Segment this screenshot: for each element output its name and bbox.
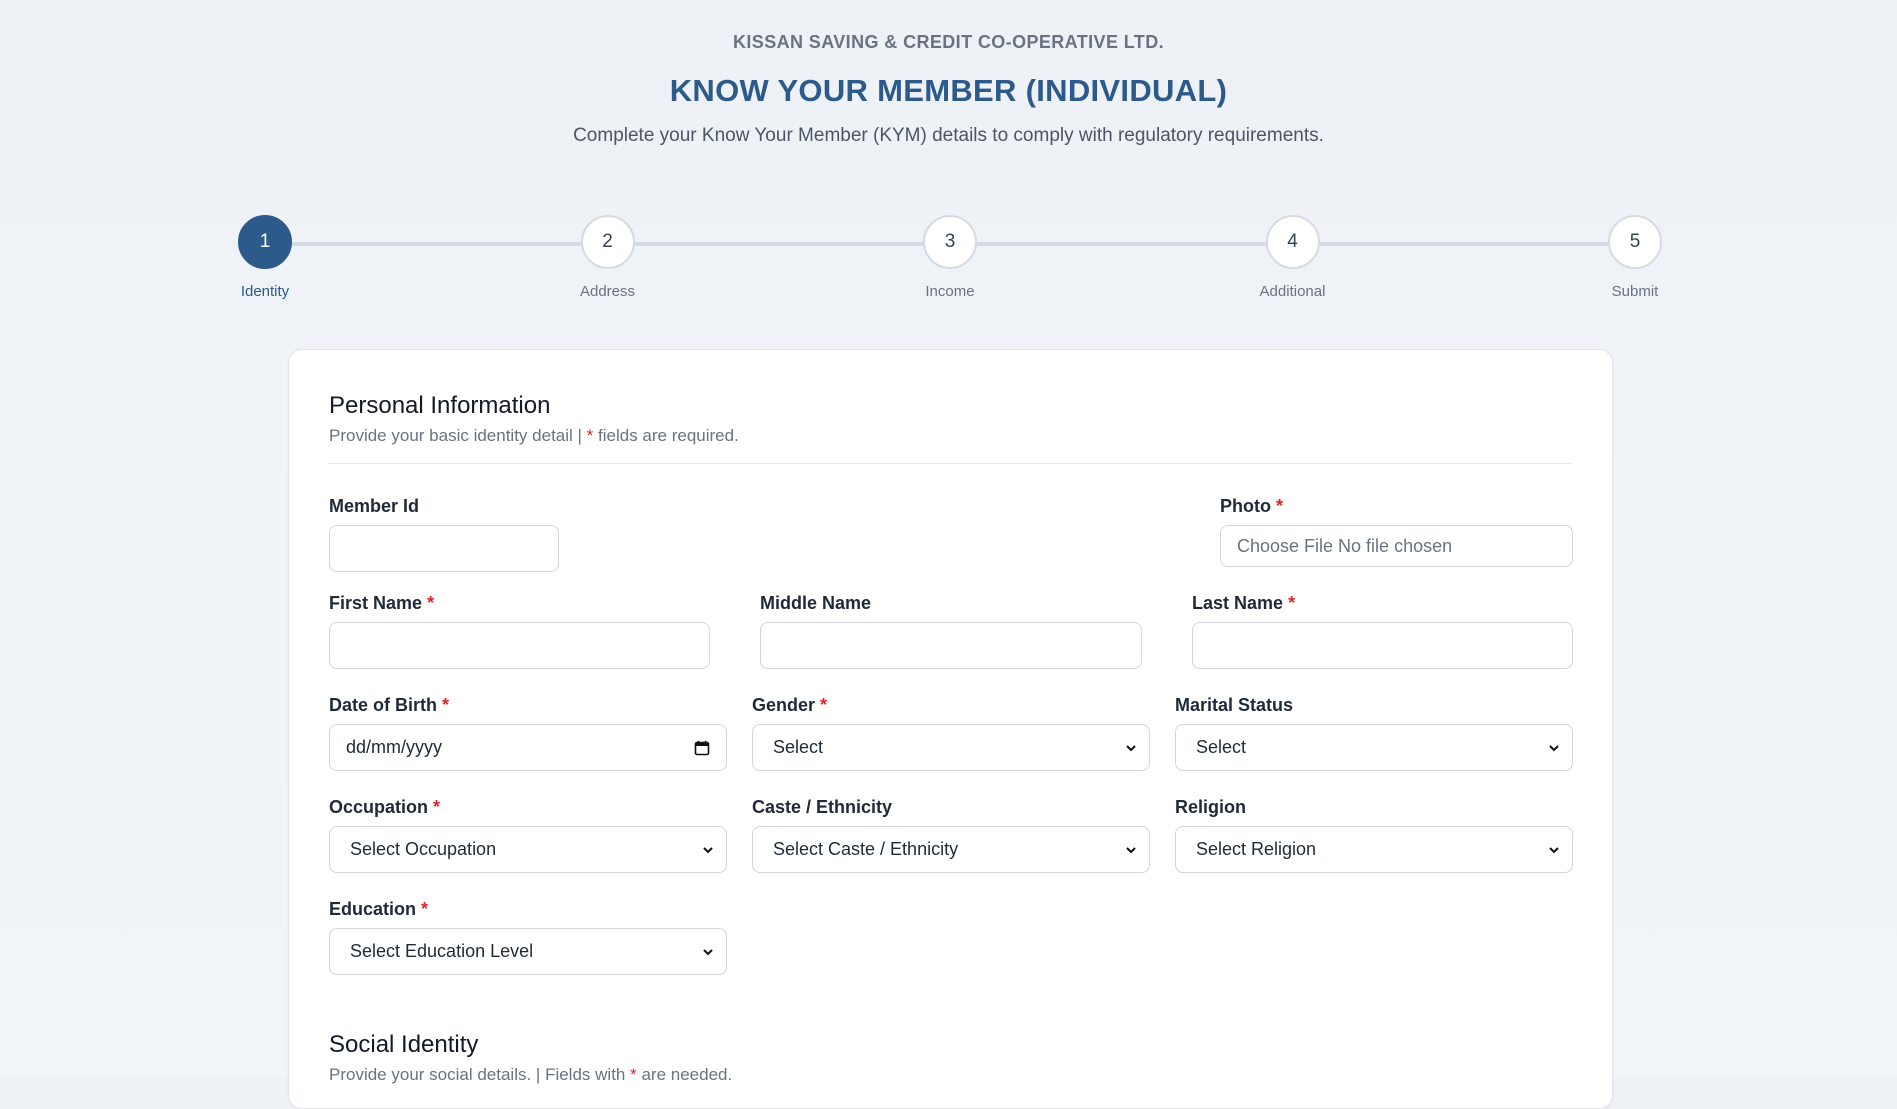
step-number: 5 [1608, 215, 1662, 269]
social-identity-description: Provide your social details. | Fields wi… [329, 1065, 732, 1085]
required-star: * [630, 1065, 637, 1084]
calendar-icon[interactable] [694, 740, 710, 756]
chevron-down-icon [1549, 846, 1559, 853]
step-number: 1 [238, 215, 292, 269]
marital-status-select[interactable]: Select [1175, 724, 1573, 771]
desc-text: Provide your basic identity detail | [329, 426, 587, 445]
occupation-select[interactable]: Select Occupation [329, 826, 727, 873]
middle-name-field: Middle Name [760, 593, 1142, 669]
dob-field: Date of Birth * dd/mm/yyyy [329, 695, 727, 771]
middle-name-input[interactable] [760, 622, 1142, 669]
caste-selected-value: Select Caste / Ethnicity [773, 839, 959, 859]
education-field: Education * Select Education Level [329, 899, 727, 975]
gender-select[interactable]: Select [752, 724, 1150, 771]
caste-field: Caste / Ethnicity Select Caste / Ethnici… [752, 797, 1150, 873]
photo-file-input[interactable]: Choose File No file chosen [1220, 525, 1573, 567]
dob-label: Date of Birth * [329, 695, 450, 715]
step-income[interactable]: 3 Income [890, 215, 1010, 300]
step-number: 2 [580, 215, 635, 269]
step-label: Submit [1611, 283, 1659, 300]
chevron-down-icon [1549, 744, 1559, 751]
step-number: 4 [1265, 215, 1320, 269]
member-id-field: Member Id [329, 496, 559, 572]
marital-status-label: Marital Status [1175, 695, 1294, 715]
page-subtitle: Complete your Know Your Member (KYM) det… [573, 125, 1324, 146]
chevron-down-icon [703, 948, 713, 955]
step-label: Additional [1259, 283, 1326, 300]
personal-info-description: Provide your basic identity detail | * f… [329, 426, 739, 446]
org-name: KISSAN SAVING & CREDIT CO-OPERATIVE LTD. [732, 32, 1165, 52]
religion-select[interactable]: Select Religion [1175, 826, 1573, 873]
social-identity-title: Social Identity [329, 1031, 479, 1058]
step-additional[interactable]: 4 Additional [1233, 215, 1353, 300]
first-name-field: First Name * [329, 593, 710, 669]
gender-label: Gender * [752, 695, 828, 715]
desc-text: are needed. [636, 1065, 733, 1084]
dob-placeholder: dd/mm/yyyy [346, 737, 443, 757]
step-identity[interactable]: 1 Identity [205, 215, 325, 300]
chevron-down-icon [703, 846, 713, 853]
personal-info-title: Personal Information [329, 392, 551, 419]
chevron-down-icon [1126, 744, 1136, 751]
section-divider [329, 463, 1572, 464]
desc-text: Provide your social details. | Fields wi… [329, 1065, 631, 1084]
education-select[interactable]: Select Education Level [329, 928, 727, 975]
step-number: 3 [923, 215, 977, 269]
step-label: Identity [240, 283, 290, 300]
last-name-field: Last Name * [1192, 593, 1573, 669]
education-label: Education * [329, 899, 429, 919]
middle-name-label: Middle Name [760, 593, 872, 613]
education-selected-value: Select Education Level [350, 941, 534, 961]
member-id-input[interactable] [329, 525, 559, 572]
step-submit[interactable]: 5 Submit [1575, 215, 1695, 300]
religion-label: Religion [1175, 797, 1246, 817]
gender-field: Gender * Select [752, 695, 1150, 771]
caste-select[interactable]: Select Caste / Ethnicity [752, 826, 1150, 873]
religion-selected-value: Select Religion [1196, 839, 1317, 859]
step-address[interactable]: 2 Address [548, 215, 668, 300]
page-header: KISSAN SAVING & CREDIT CO-OPERATIVE LTD.… [0, 0, 1897, 147]
page-title: KNOW YOUR MEMBER (INDIVIDUAL) [669, 73, 1228, 108]
dob-input[interactable]: dd/mm/yyyy [329, 724, 727, 771]
occupation-field: Occupation * Select Occupation [329, 797, 727, 873]
last-name-label: Last Name * [1192, 593, 1296, 613]
last-name-input[interactable] [1192, 622, 1573, 669]
member-id-label: Member Id [329, 496, 420, 516]
religion-field: Religion Select Religion [1175, 797, 1573, 873]
first-name-label: First Name * [329, 593, 435, 613]
first-name-input[interactable] [329, 622, 710, 669]
desc-text: fields are required. [593, 426, 739, 445]
occupation-label: Occupation * [329, 797, 441, 817]
photo-field: Photo * Choose File No file chosen [1220, 496, 1573, 567]
occupation-selected-value: Select Occupation [350, 839, 497, 859]
chevron-down-icon [1126, 846, 1136, 853]
step-label: Income [925, 283, 975, 300]
progress-stepper: 1 Identity 2 Address 3 Income 4 Addition… [238, 215, 1662, 305]
marital-status-field: Marital Status Select [1175, 695, 1573, 771]
step-label: Address [579, 283, 636, 300]
marital-status-selected-value: Select [1196, 737, 1247, 757]
gender-selected-value: Select [773, 737, 824, 757]
caste-label: Caste / Ethnicity [752, 797, 893, 817]
form-card: Personal Information Provide your basic … [288, 349, 1613, 1109]
photo-label: Photo * [1220, 496, 1284, 516]
